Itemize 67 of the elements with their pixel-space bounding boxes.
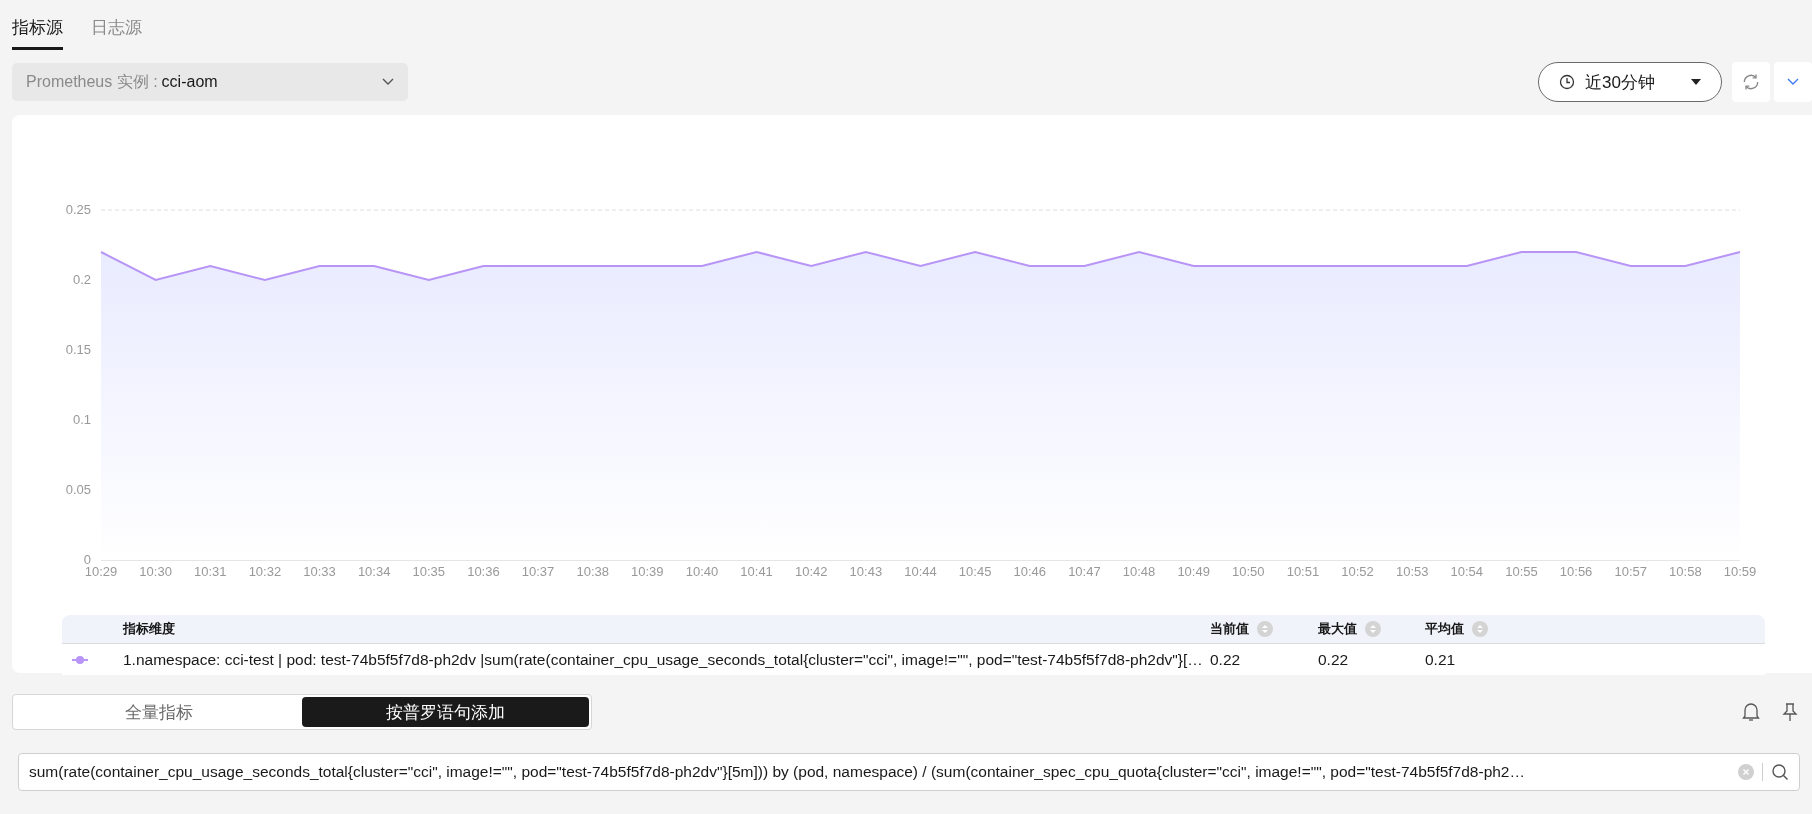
time-range-button[interactable]: 近30分钟 [1538,62,1722,102]
x-tick-label: 10:53 [1395,564,1429,579]
x-tick-label: 10:51 [1286,564,1320,579]
mode-option[interactable]: 按普罗语句添加 [302,697,589,727]
chevron-down-icon [1787,78,1799,86]
query-field[interactable]: sum(rate(container_cpu_usage_seconds_total{cluster="cci", image!="", pod="test-74b5f5f7d8-ph2dv"}[5m])) by (pod, namespace) / (sum(container_spec_cpu_quota{cluster="cci", image!="", pod="test-74b5f5f7d8-ph2… [18,753,1800,791]
caret-icon [1691,79,1701,85]
x-tick-label: 10:48 [1122,564,1156,579]
select-label: Prometheus 实例 : [26,71,158,92]
x-tick-label: 10:52 [1341,564,1374,579]
y-tick-label: 0 [83,552,91,567]
legend-cell-text: 0.22 [1210,650,1242,669]
y-tick-label: 0.05 [65,482,91,497]
x-tick-label: 10:35 [412,564,446,579]
x-tick-label: 10:30 [139,564,172,579]
x-tick-label: 10:44 [904,564,937,579]
x-tick-label: 10:58 [1669,564,1702,579]
sort-icon[interactable] [1472,621,1488,637]
x-tick-label: 10:46 [1013,564,1047,579]
y-tick-label: 0.15 [65,342,91,357]
sort-icon[interactable] [1365,621,1381,637]
column-header: 平均值 [1425,620,1464,638]
mode-option[interactable]: 全量指标 [15,697,302,727]
x-tick-label: 10:36 [467,564,500,579]
x-tick-label: 10:33 [303,564,336,579]
x-tick-label: 10:47 [1068,564,1101,579]
x-tick-label: 10:55 [1505,564,1538,579]
source-tab[interactable]: 指标源 [12,16,63,50]
x-tick-label: 10:37 [521,564,555,579]
x-tick-label: 10:54 [1450,564,1484,579]
legend-cell-text: 0.21 [1425,650,1457,669]
refresh-icon [1741,72,1761,92]
clear-icon[interactable] [1738,764,1754,780]
x-tick-label: 10:29 [84,564,118,579]
y-tick-label: 0.25 [65,202,91,217]
pin-icon[interactable] [1782,702,1798,722]
instance-select[interactable]: Prometheus 实例 : cci-aom [12,63,408,101]
x-tick-label: 10:59 [1723,564,1757,579]
chevron-down-icon [382,78,394,86]
legend-cell-text: 0.22 [1318,650,1350,669]
x-tick-label: 10:32 [248,564,282,579]
x-tick-label: 10:43 [849,564,883,579]
x-tick-label: 10:31 [194,564,227,579]
x-tick-label: 10:56 [1559,564,1593,579]
column-header: 指标维度 [123,620,176,638]
x-tick-label: 10:50 [1232,564,1265,579]
column-header: 当前值 [1210,620,1249,638]
x-tick-label: 10:49 [1177,564,1210,579]
sort-icon[interactable] [1257,621,1273,637]
x-tick-label: 10:40 [685,564,719,579]
x-tick-label: 10:42 [794,564,828,579]
x-tick-label: 10:38 [576,564,609,579]
clock-icon [1559,74,1575,90]
x-tick-label: 10:45 [958,564,992,579]
dropdown-button[interactable] [1774,62,1812,102]
bell-icon[interactable] [1742,702,1760,722]
legend-cell-text: 1.namespace: cci-test | pod: test-74b5f5f7d8-ph2dv |sum(rate(container_cpu_usage_seconds_total{cluster="cci", image!="", pod="test-74b5f5f7d8-ph2dv"}[… [123,650,1204,669]
column-header: 最大值 [1318,620,1357,638]
y-tick-label: 0.2 [72,272,91,287]
x-tick-label: 10:34 [357,564,391,579]
x-tick-label: 10:41 [740,564,773,579]
y-tick-label: 0.1 [72,412,91,427]
select-value: cci-aom [161,73,219,91]
x-tick-label: 10:39 [631,564,664,579]
search-icon[interactable] [1771,763,1789,781]
refresh-button[interactable] [1732,62,1770,102]
x-tick-label: 10:57 [1614,564,1647,579]
